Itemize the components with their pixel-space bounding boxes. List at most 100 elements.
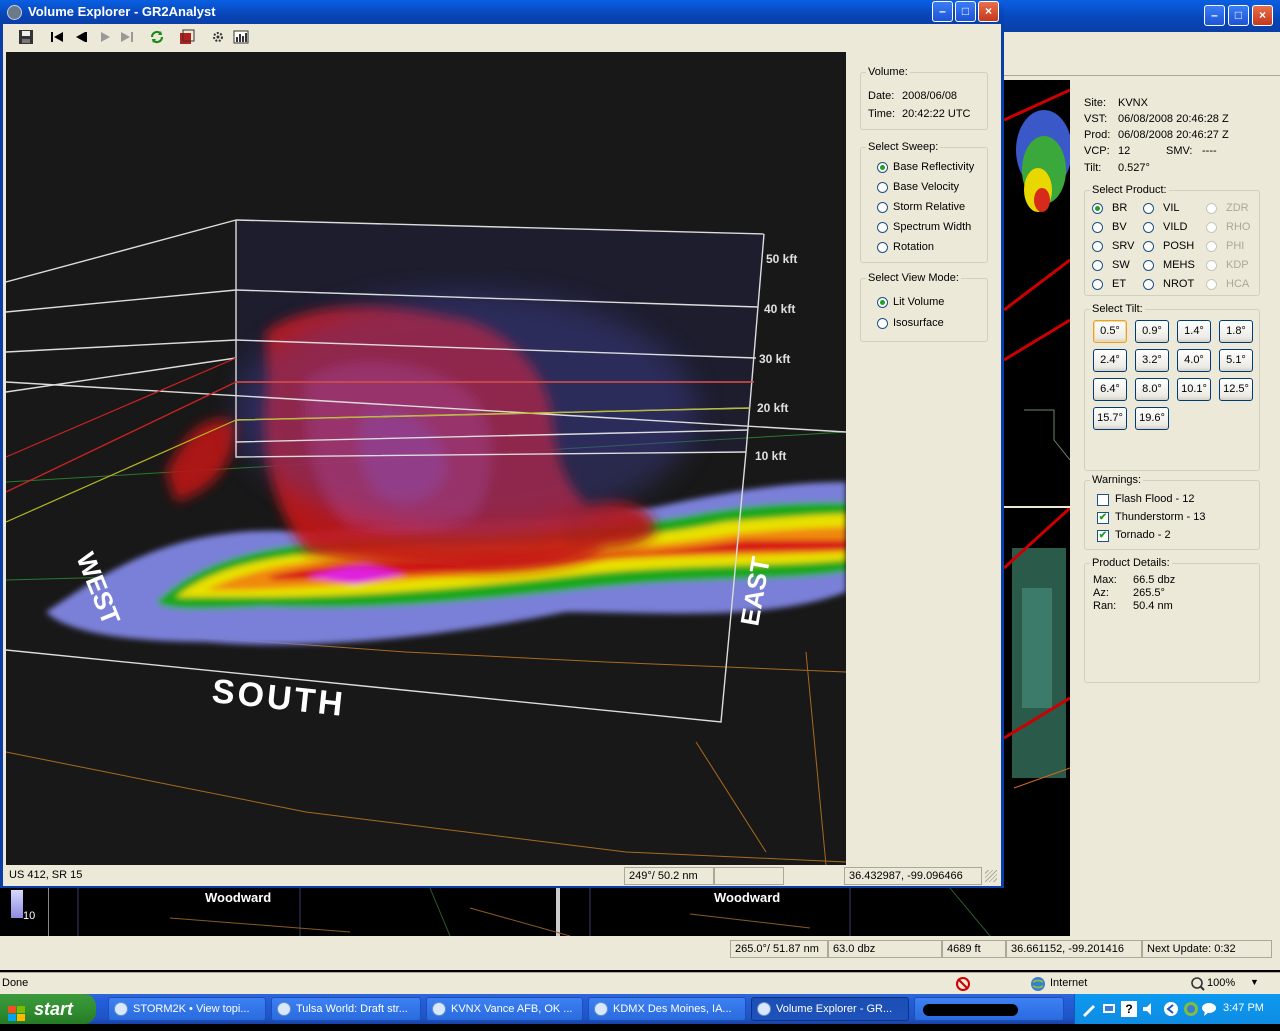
- radio-label-product-srv[interactable]: SRV: [1112, 240, 1134, 252]
- radio-base-reflectivity[interactable]: [877, 162, 888, 173]
- warning-checkbox-tornado-2[interactable]: ✔: [1097, 530, 1109, 542]
- zoom-level[interactable]: 100%: [1207, 977, 1235, 989]
- radio-label-storm-relative[interactable]: Storm Relative: [893, 201, 965, 213]
- histogram-icon[interactable]: [233, 29, 249, 45]
- warning-label-thunderstorm-13[interactable]: Thunderstorm - 13: [1115, 511, 1205, 523]
- warning-label-tornado-2[interactable]: Tornado - 2: [1115, 529, 1171, 541]
- tilt-button-3-2[interactable]: 3.2°: [1135, 349, 1169, 372]
- taskbar-item-3[interactable]: KVNX Vance AFB, OK ...: [426, 997, 583, 1021]
- export-icon[interactable]: [179, 29, 195, 45]
- tilt-button-1-4[interactable]: 1.4°: [1177, 320, 1211, 343]
- tray-network-icon[interactable]: [1101, 1001, 1117, 1017]
- previous-frame-icon[interactable]: [73, 29, 89, 45]
- settings-icon[interactable]: [210, 29, 226, 45]
- close-icon[interactable]: ×: [1252, 5, 1273, 26]
- warning-label-flash-flood-12[interactable]: Flash Flood - 12: [1115, 493, 1194, 505]
- radio-label-spectrum-width[interactable]: Spectrum Width: [893, 221, 971, 233]
- ran-value: 50.4 nm: [1133, 600, 1173, 612]
- radio-product-bv[interactable]: [1092, 222, 1103, 233]
- warning-checkbox-thunderstorm-13[interactable]: ✔: [1097, 512, 1109, 524]
- radar-map-pane-bottom[interactable]: [1004, 508, 1070, 888]
- tray-pen-icon[interactable]: [1081, 1001, 1097, 1017]
- radio-label-product-vild[interactable]: VILD: [1163, 221, 1187, 233]
- radio-label-lit-volume[interactable]: Lit Volume: [893, 296, 944, 308]
- tilt-button-6-4[interactable]: 6.4°: [1093, 378, 1127, 401]
- resize-grip[interactable]: [985, 870, 997, 882]
- radio-label-rotation[interactable]: Rotation: [893, 241, 934, 253]
- refresh-icon[interactable]: [149, 29, 165, 45]
- play-icon[interactable]: [97, 29, 113, 45]
- radar-map-pane-top[interactable]: [1004, 80, 1070, 506]
- taskbar-item-2[interactable]: Tulsa World: Draft str...: [271, 997, 421, 1021]
- last-frame-icon[interactable]: [119, 29, 135, 45]
- system-clock[interactable]: 3:47 PM: [1223, 1002, 1264, 1014]
- tilt-button-4-0[interactable]: 4.0°: [1177, 349, 1211, 372]
- privacy-icon[interactable]: [955, 976, 975, 992]
- taskbar-item-redacted[interactable]: [914, 997, 1064, 1021]
- taskbar-item-1[interactable]: STORM2K • View topi...: [108, 997, 266, 1021]
- tilt-button-8-0[interactable]: 8.0°: [1135, 378, 1169, 401]
- tilt-button-15-7[interactable]: 15.7°: [1093, 407, 1127, 430]
- radio-product-posh[interactable]: [1143, 241, 1154, 252]
- maximize-icon[interactable]: □: [1228, 5, 1249, 26]
- radio-label-product-sw[interactable]: SW: [1112, 259, 1130, 271]
- zoom-dropdown-icon[interactable]: ▼: [1250, 977, 1259, 987]
- radio-label-base-reflectivity[interactable]: Base Reflectivity: [893, 161, 974, 173]
- radio-product-et[interactable]: [1092, 279, 1103, 290]
- radio-product-vild[interactable]: [1143, 222, 1154, 233]
- maximize-icon[interactable]: □: [955, 1, 976, 22]
- warning-checkbox-flash-flood-12[interactable]: [1097, 494, 1109, 506]
- tilt-button-0-5[interactable]: 0.5°: [1093, 320, 1127, 343]
- taskbar-item-4[interactable]: KDMX Des Moines, IA...: [588, 997, 746, 1021]
- height-label-20kft: 20 kft: [757, 401, 788, 415]
- radio-storm-relative[interactable]: [877, 202, 888, 213]
- radio-spectrum-width[interactable]: [877, 222, 888, 233]
- radio-label-base-velocity[interactable]: Base Velocity: [893, 181, 959, 193]
- status-empty-cell: [714, 867, 784, 885]
- radio-label-product-posh[interactable]: POSH: [1163, 240, 1194, 252]
- tray-globe-icon[interactable]: [1183, 1001, 1199, 1017]
- radio-product-vil[interactable]: [1143, 203, 1154, 214]
- radio-label-product-bv[interactable]: BV: [1112, 221, 1127, 233]
- taskbar-app-icon: [114, 1002, 128, 1016]
- tilt-button-12-5[interactable]: 12.5°: [1219, 378, 1253, 401]
- minimize-icon[interactable]: –: [1204, 5, 1225, 26]
- volume-3d-view[interactable]: 50 kft 40 kft 30 kft 20 kft 10 kft SOUTH…: [6, 52, 846, 865]
- tilt-button-19-6[interactable]: 19.6°: [1135, 407, 1169, 430]
- radio-product-nrot[interactable]: [1143, 279, 1154, 290]
- tray-back-icon[interactable]: [1163, 1001, 1179, 1017]
- radio-label-product-mehs[interactable]: MEHS: [1163, 259, 1195, 271]
- radio-isosurface[interactable]: [877, 318, 888, 329]
- main-window-titlebar[interactable]: – □ ×: [1000, 0, 1280, 32]
- radio-product-srv[interactable]: [1092, 241, 1103, 252]
- tilt-button-0-9[interactable]: 0.9°: [1135, 320, 1169, 343]
- radio-product-br[interactable]: [1092, 203, 1103, 214]
- tilt-button-1-8[interactable]: 1.8°: [1219, 320, 1253, 343]
- radio-label-product-et[interactable]: ET: [1112, 278, 1126, 290]
- tilt-button-10-1[interactable]: 10.1°: [1177, 378, 1211, 401]
- height-label-40kft: 40 kft: [764, 302, 795, 316]
- volume-explorer-titlebar[interactable]: Volume Explorer - GR2Analyst – □ ×: [0, 0, 1004, 24]
- save-icon[interactable]: [18, 29, 34, 45]
- radio-rotation[interactable]: [877, 242, 888, 253]
- radio-product-mehs[interactable]: [1143, 260, 1154, 271]
- minimize-icon[interactable]: –: [932, 1, 953, 22]
- close-icon[interactable]: ×: [978, 1, 999, 22]
- radio-label-product-nrot[interactable]: NROT: [1163, 278, 1194, 290]
- tray-help-icon[interactable]: ?: [1121, 1001, 1137, 1017]
- radio-base-velocity[interactable]: [877, 182, 888, 193]
- taskbar-item-5[interactable]: Volume Explorer - GR...: [751, 997, 909, 1021]
- tray-volume-icon[interactable]: [1141, 1001, 1157, 1017]
- zoom-icon[interactable]: [1190, 976, 1206, 992]
- tilt-button-2-4[interactable]: 2.4°: [1093, 349, 1127, 372]
- radio-label-product-vil[interactable]: VIL: [1163, 202, 1180, 214]
- tilt-button-5-1[interactable]: 5.1°: [1219, 349, 1253, 372]
- radio-label-product-br[interactable]: BR: [1112, 202, 1127, 214]
- radio-product-sw[interactable]: [1092, 260, 1103, 271]
- radio-lit-volume[interactable]: [877, 297, 888, 308]
- first-frame-icon[interactable]: [49, 29, 65, 45]
- start-button[interactable]: start: [0, 994, 96, 1024]
- radio-label-isosurface[interactable]: Isosurface: [893, 317, 944, 329]
- tray-messenger-icon[interactable]: [1201, 1001, 1217, 1017]
- radar-map-bottom-strip[interactable]: 10 Woodward Woodward: [0, 888, 1070, 936]
